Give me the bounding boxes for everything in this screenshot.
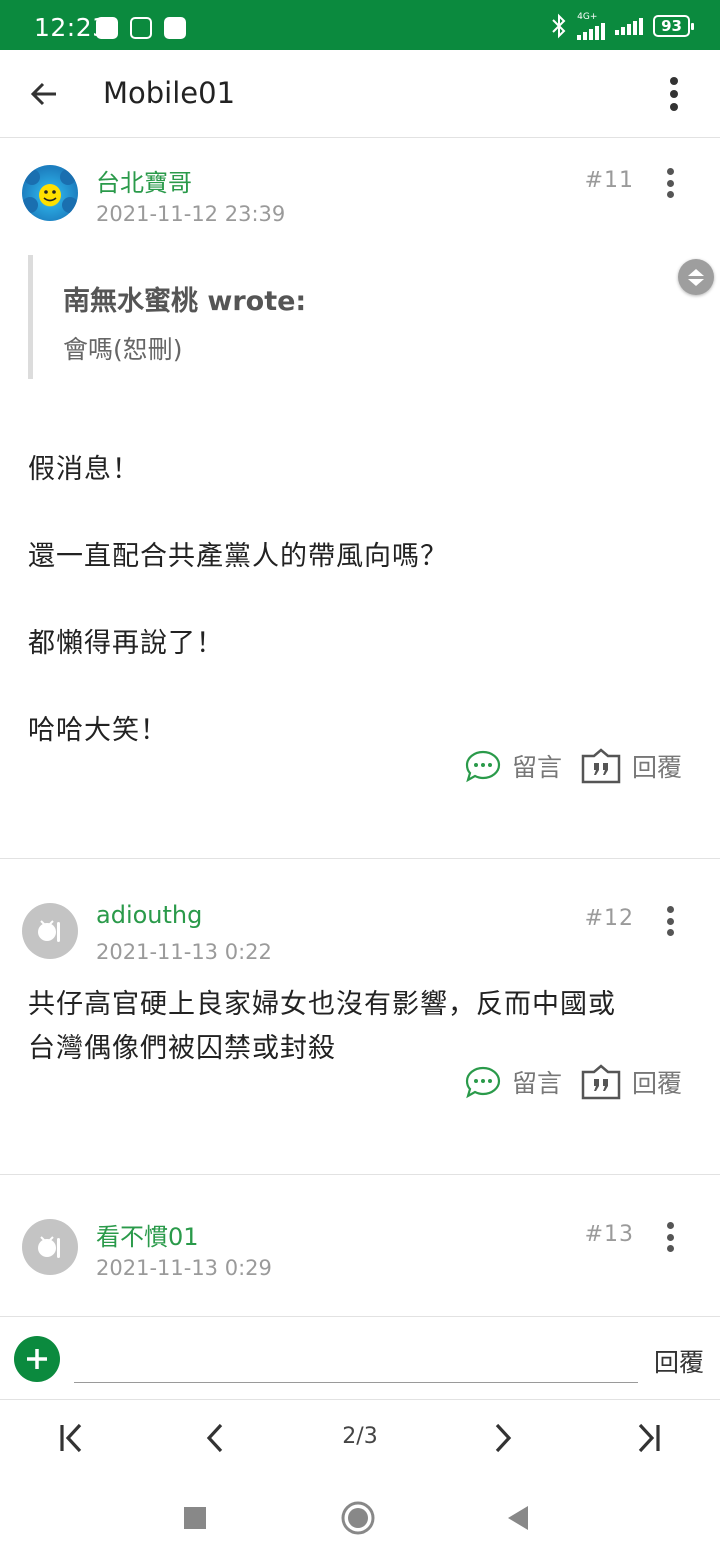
post-menu-button[interactable] bbox=[658, 1222, 682, 1252]
comment-button[interactable]: 留言 bbox=[464, 1064, 562, 1100]
comment-label: 留言 bbox=[511, 1069, 562, 1098]
previous-page-button[interactable] bbox=[193, 1416, 237, 1460]
quote-reply-icon bbox=[581, 1064, 621, 1100]
plus-icon bbox=[27, 1349, 47, 1369]
status-bar: 12:23 4G+ 93 bbox=[0, 0, 720, 50]
more-vertical-icon bbox=[670, 77, 678, 85]
post-timestamp: 2021-11-12 23:39 bbox=[96, 202, 286, 226]
default-avatar-icon bbox=[38, 920, 60, 942]
chevron-right-icon bbox=[495, 1423, 512, 1453]
reply-quote-button[interactable]: 回覆 bbox=[580, 1064, 682, 1100]
first-page-button[interactable] bbox=[50, 1416, 94, 1460]
floor-number: #11 bbox=[584, 168, 634, 193]
reply-label: 回覆 bbox=[631, 753, 682, 782]
app-bar: Mobile01 bbox=[0, 50, 720, 138]
post-12: adiouthg 2021-11-13 0:22 #12 共仔高官硬上良家婦女也… bbox=[0, 859, 720, 1175]
floor-number: #12 bbox=[584, 906, 634, 931]
network-type-label: 4G+ bbox=[577, 12, 598, 22]
chevron-left-icon bbox=[206, 1423, 223, 1453]
reply-send-button[interactable]: 回覆 bbox=[654, 1343, 704, 1379]
quote-author: 南無水蜜桃 wrote: bbox=[63, 286, 307, 317]
post-body-line: 都懶得再說了！ bbox=[28, 628, 224, 659]
post-actions: 留言 回覆 bbox=[464, 1062, 682, 1102]
reply-input[interactable] bbox=[74, 1347, 638, 1383]
recents-button[interactable] bbox=[173, 1496, 217, 1540]
battery-icon: 93 bbox=[653, 15, 694, 37]
back-nav-button[interactable] bbox=[496, 1496, 540, 1540]
post-body-line: 共仔高官硬上良家婦女也沒有影響，反而中國或 bbox=[28, 989, 616, 1020]
first-page-icon bbox=[60, 1423, 82, 1453]
post-menu-button[interactable] bbox=[658, 168, 682, 198]
more-vertical-icon bbox=[666, 906, 674, 913]
floor-number: #13 bbox=[584, 1222, 634, 1247]
default-avatar-icon bbox=[38, 1236, 60, 1258]
bluetooth-icon bbox=[552, 13, 566, 39]
post-actions: 留言 回覆 bbox=[464, 746, 682, 786]
more-options-button[interactable] bbox=[656, 74, 692, 114]
username[interactable]: adiouthg bbox=[96, 901, 202, 929]
last-page-button[interactable] bbox=[626, 1416, 670, 1460]
page-indicator[interactable]: 2/3 bbox=[320, 1424, 400, 1449]
post-body-line: 哈哈大笑！ bbox=[28, 715, 168, 746]
quote-reply-icon bbox=[581, 748, 621, 784]
arrow-left-icon bbox=[30, 82, 56, 106]
chevron-up-icon bbox=[688, 268, 704, 276]
comment-label: 留言 bbox=[511, 753, 562, 782]
chevron-down-icon bbox=[688, 278, 704, 286]
reply-bar: 回覆 bbox=[0, 1316, 720, 1400]
more-vertical-icon bbox=[666, 1222, 674, 1229]
post-timestamp: 2021-11-13 0:22 bbox=[96, 940, 272, 964]
triangle-back-icon bbox=[508, 1506, 528, 1530]
next-page-button[interactable] bbox=[481, 1416, 525, 1460]
post-timestamp: 2021-11-13 0:29 bbox=[96, 1256, 272, 1280]
more-vertical-icon bbox=[666, 168, 674, 175]
avatar[interactable] bbox=[22, 165, 78, 221]
notification-chat-icon bbox=[164, 17, 186, 39]
signal-icon-2 bbox=[615, 17, 644, 35]
username[interactable]: 看不慣01 bbox=[96, 1217, 199, 1252]
square-icon bbox=[184, 1507, 206, 1529]
notification-outlook-icon bbox=[130, 17, 152, 39]
post-body-line: 假消息！ bbox=[28, 454, 140, 485]
fast-scroll-handle[interactable] bbox=[678, 259, 714, 295]
smiley-avatar-icon bbox=[22, 169, 78, 213]
comment-bubble-icon bbox=[465, 1066, 501, 1099]
post-body-line: 還一直配合共產黨人的帶風向嗎？ bbox=[28, 541, 448, 572]
comment-bubble-icon bbox=[465, 750, 501, 783]
post-11: 台北寶哥 2021-11-12 23:39 #11 南無水蜜桃 wrote: 會… bbox=[0, 139, 720, 859]
avatar[interactable] bbox=[22, 1219, 78, 1275]
avatar[interactable] bbox=[22, 903, 78, 959]
post-menu-button[interactable] bbox=[658, 906, 682, 936]
reply-label: 回覆 bbox=[631, 1069, 682, 1098]
signal-icon-1 bbox=[577, 22, 606, 40]
home-button[interactable] bbox=[336, 1496, 380, 1540]
notification-app-icon bbox=[96, 17, 118, 39]
page-title: Mobile01 bbox=[103, 76, 236, 110]
thread-content[interactable]: 台北寶哥 2021-11-12 23:39 #11 南無水蜜桃 wrote: 會… bbox=[0, 139, 720, 1315]
quote-text: 會嗎(恕刪) bbox=[63, 335, 183, 364]
back-button[interactable] bbox=[22, 72, 66, 116]
comment-button[interactable]: 留言 bbox=[464, 748, 562, 784]
reply-quote-button[interactable]: 回覆 bbox=[580, 748, 682, 784]
add-attachment-button[interactable] bbox=[14, 1336, 60, 1382]
quote-block: 南無水蜜桃 wrote: 會嗎(恕刪) bbox=[28, 255, 668, 379]
post-13: 看不慣01 2021-11-13 0:29 #13 bbox=[0, 1175, 720, 1315]
last-page-icon bbox=[638, 1423, 660, 1453]
post-body-line: 台灣偶像們被囚禁或封殺 bbox=[28, 1033, 336, 1064]
system-navigation-bar bbox=[0, 1476, 720, 1560]
pagination-bar: 2/3 bbox=[0, 1400, 720, 1476]
username[interactable]: 台北寶哥 bbox=[96, 163, 192, 198]
circle-icon bbox=[341, 1501, 375, 1535]
